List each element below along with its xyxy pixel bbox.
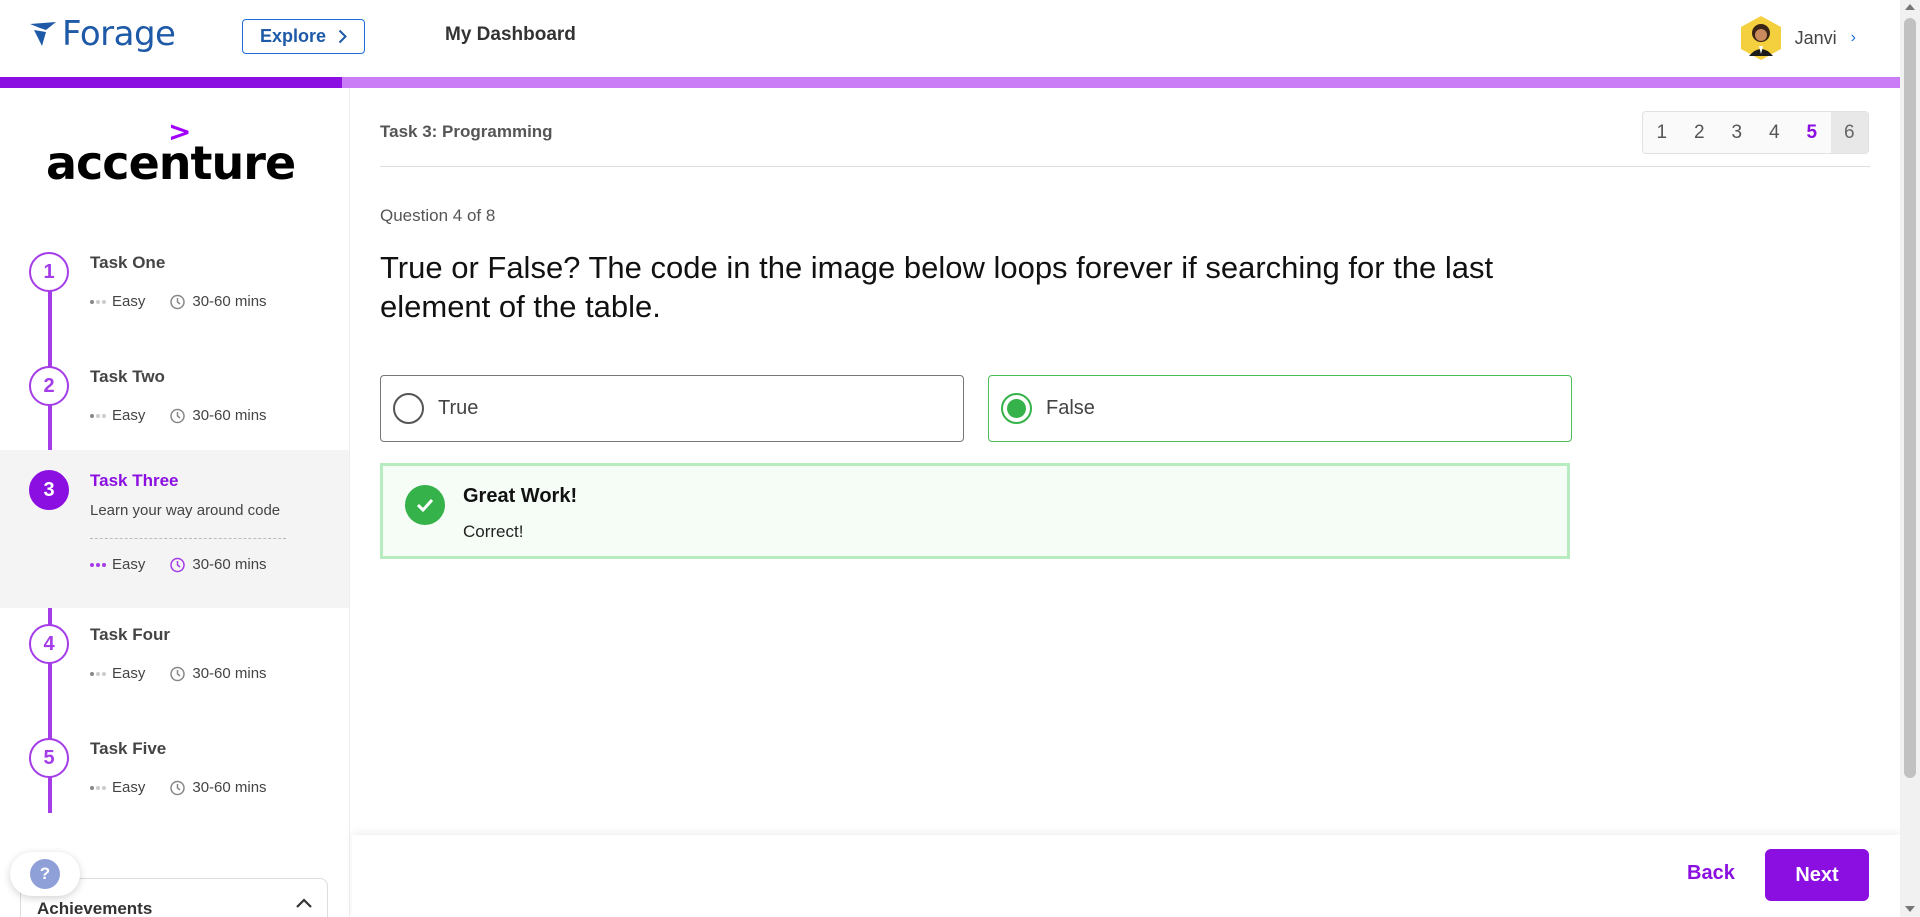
task-duration: 30-60 mins [192, 665, 267, 682]
help-icon: ? [30, 859, 60, 889]
task-difficulty: Easy [112, 665, 146, 682]
chevron-right-icon: › [1850, 29, 1856, 46]
task-title: Task One [90, 253, 166, 272]
task-duration: 30-60 mins [192, 779, 267, 796]
navigation-footer: Back Next [352, 835, 1900, 917]
difficulty-dots-icon [90, 562, 106, 567]
progress-bar-fill [0, 77, 342, 88]
feedback-title: Great Work! [463, 485, 578, 507]
answer-option-true[interactable]: True [380, 375, 964, 442]
page-scrollbar[interactable] [1900, 0, 1920, 917]
step-pagination: 123456 [1642, 111, 1869, 154]
pagination-step-4[interactable]: 4 [1756, 112, 1794, 153]
avatar [1740, 16, 1781, 60]
task-number-badge: 3 [29, 470, 69, 510]
task-title: Task Five [90, 739, 167, 758]
task-meta: Easy 30-60 mins [90, 665, 267, 682]
task-meta: Easy 30-60 mins [90, 293, 267, 310]
forage-logo-text: Forage [62, 14, 176, 54]
chevron-right-icon [338, 29, 347, 44]
task-item-3[interactable]: 3 Task Three Learn your way around code … [0, 450, 349, 608]
task-title: Task Two [90, 367, 165, 386]
forage-logo[interactable]: Forage [28, 14, 176, 54]
task-number-badge: 1 [29, 252, 69, 292]
course-progress-bar [0, 77, 1900, 88]
user-menu[interactable]: Janvi › [1737, 14, 1856, 62]
clock-icon [170, 780, 186, 796]
task-duration: 30-60 mins [192, 407, 267, 424]
task-item-1[interactable]: 1 Task One Easy 30-60 mins [0, 243, 349, 333]
task-number-badge: 2 [29, 366, 69, 406]
task-description: Learn your way around code [90, 502, 281, 519]
user-name: Janvi [1794, 27, 1837, 48]
task-title: Task Three [90, 471, 179, 490]
answer-option-label: True [438, 397, 479, 419]
radio-button[interactable] [1001, 393, 1032, 424]
task-sidebar: > accenture 1 Task One Easy 30-60 mins 2… [0, 88, 350, 917]
task-number-badge: 5 [29, 738, 69, 778]
task-difficulty: Easy [112, 407, 146, 424]
task-item-2[interactable]: 2 Task Two Easy 30-60 mins [0, 357, 349, 447]
task-label: Task 3: Programming [380, 122, 553, 141]
task-meta: Easy 30-60 mins [90, 556, 267, 573]
pagination-step-2[interactable]: 2 [1681, 112, 1719, 153]
pagination-step-5[interactable]: 5 [1793, 112, 1831, 153]
task-meta: Easy 30-60 mins [90, 407, 267, 424]
top-navigation-bar: Forage Explore My Dashboard Janvi › [0, 0, 1900, 77]
pagination-step-1[interactable]: 1 [1643, 112, 1681, 153]
answer-option-false[interactable]: False [988, 375, 1572, 442]
radio-button[interactable] [393, 393, 424, 424]
header-divider [380, 166, 1870, 167]
achievements-label: Achievements [37, 899, 153, 917]
difficulty-dots-icon [90, 671, 106, 676]
clock-icon [170, 666, 186, 682]
pagination-step-3[interactable]: 3 [1718, 112, 1756, 153]
feedback-text: Correct! [463, 522, 524, 541]
task-item-4[interactable]: 4 Task Four Easy 30-60 mins [0, 615, 349, 705]
task-divider [90, 538, 286, 539]
feedback-banner: Great Work! Correct! [380, 463, 1570, 559]
question-text: True or False? The code in the image bel… [380, 250, 1494, 324]
task-difficulty: Easy [112, 293, 146, 310]
clock-icon [170, 557, 186, 573]
clock-icon [170, 408, 186, 424]
task-title: Task Four [90, 625, 170, 644]
task-difficulty: Easy [112, 556, 146, 573]
task-number-badge: 4 [29, 624, 69, 664]
task-item-5[interactable]: 5 Task Five Easy 30-60 mins [0, 729, 349, 819]
accenture-logo-text: accenture [46, 136, 296, 190]
task-duration: 30-60 mins [192, 293, 267, 310]
task-duration: 30-60 mins [192, 556, 267, 573]
next-button[interactable]: Next [1765, 849, 1869, 901]
difficulty-dots-icon [90, 413, 106, 418]
clock-icon [170, 294, 186, 310]
scroll-down-arrow-icon[interactable] [1905, 906, 1915, 912]
task-meta: Easy 30-60 mins [90, 779, 267, 796]
check-circle-icon [405, 485, 445, 525]
question-counter: Question 4 of 8 [380, 206, 496, 225]
pagination-step-6[interactable]: 6 [1830, 112, 1868, 153]
difficulty-dots-icon [90, 785, 106, 790]
explore-button-label: Explore [259, 26, 327, 46]
back-button[interactable]: Back [1687, 862, 1735, 885]
forage-logo-icon [30, 22, 56, 46]
task-difficulty: Easy [112, 779, 146, 796]
help-button[interactable]: ? [10, 852, 80, 896]
explore-button[interactable]: Explore [242, 19, 365, 54]
answer-option-label: False [1046, 397, 1095, 419]
difficulty-dots-icon [90, 299, 106, 304]
chevron-up-icon [296, 898, 312, 908]
scrollbar-thumb[interactable] [1904, 18, 1916, 778]
radio-selected-dot [1007, 399, 1026, 418]
my-dashboard-link[interactable]: My Dashboard [445, 24, 576, 46]
scroll-up-arrow-icon[interactable] [1905, 4, 1915, 10]
